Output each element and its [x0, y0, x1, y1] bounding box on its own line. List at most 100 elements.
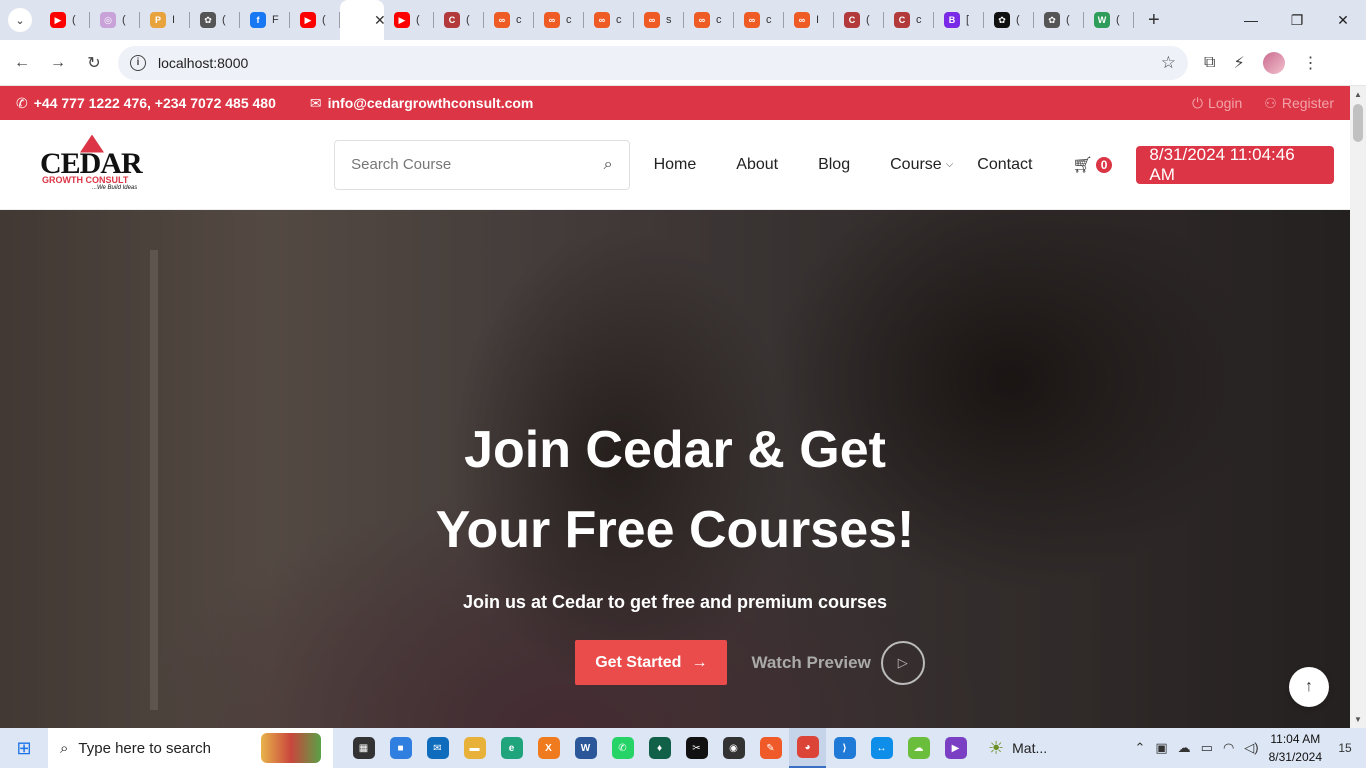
tab-search-icon[interactable]: ⌄ — [8, 8, 32, 32]
watch-preview-button[interactable]: Watch Preview ▷ — [751, 640, 925, 685]
phone-info: ✆ +44 777 1222 476, +234 7072 485 480 — [16, 95, 276, 112]
nav-blog[interactable]: Blog — [818, 156, 850, 174]
browser-tab[interactable]: ▶( — [290, 0, 340, 40]
url-text[interactable]: localhost:8000 — [158, 55, 248, 71]
forward-icon[interactable]: → — [40, 54, 76, 72]
taskbar-app[interactable]: W — [567, 728, 604, 768]
address-bar[interactable]: i localhost:8000 ☆ — [118, 45, 1188, 80]
cedar-icon: C — [844, 12, 860, 28]
page-scrollbar[interactable]: ▲ ▼ — [1350, 86, 1366, 728]
onedrive-icon[interactable]: ☁ — [1178, 740, 1191, 756]
taskbar-app[interactable]: e — [493, 728, 530, 768]
pen-icon: ✎ — [759, 737, 782, 759]
browser-tab[interactable]: W( — [1084, 0, 1134, 40]
taskbar-search-placeholder: Type here to search — [78, 739, 211, 757]
facebook-icon: f — [250, 12, 266, 28]
taskbar-app[interactable]: ✎ — [752, 728, 789, 768]
extensions-icon[interactable]: ⧉ — [1204, 54, 1215, 72]
taskbar-app[interactable]: ✆ — [604, 728, 641, 768]
new-tab-icon[interactable]: + — [1148, 9, 1160, 32]
browser-tab[interactable]: ✿( — [1034, 0, 1084, 40]
nav-course-dropdown[interactable]: Course ⌵ — [890, 156, 953, 174]
taskbar-app[interactable]: ▦ — [345, 728, 382, 768]
cart-button[interactable]: 🛒︎ 0 — [1072, 155, 1113, 175]
taskbar-app[interactable]: ▶ — [937, 728, 974, 768]
taskbar-app[interactable]: ✂ — [678, 728, 715, 768]
course-search-input[interactable]: Search Course ⌕ — [334, 139, 630, 190]
hero-actions: Get Started → Watch Preview ▷ — [150, 640, 1350, 685]
taskbar-app[interactable]: ♦ — [641, 728, 678, 768]
postman-icon: ∞ — [644, 12, 660, 28]
browser-tab[interactable]: ∞ c — [734, 0, 784, 40]
meet-now-icon[interactable]: ▣ — [1155, 740, 1167, 756]
browser-tab[interactable]: ∞ I — [784, 0, 834, 40]
chrome-icon: ◕ — [796, 736, 819, 758]
taskbar-app[interactable]: ■ — [382, 728, 419, 768]
browser-tab[interactable]: C( — [434, 0, 484, 40]
scrollbar-thumb[interactable] — [1353, 104, 1363, 142]
taskbar-app[interactable]: ☁ — [900, 728, 937, 768]
taskbar-app[interactable]: ◉ — [715, 728, 752, 768]
restore-icon[interactable]: ❐ — [1274, 12, 1320, 29]
taskbar-app[interactable]: ▬ — [456, 728, 493, 768]
windows-start-icon[interactable]: ⊞ — [0, 738, 48, 759]
search-icon[interactable]: ⌕ — [604, 156, 613, 174]
notifications-icon[interactable]: 15 — [1332, 736, 1358, 760]
wifi-icon[interactable]: ◠ — [1223, 740, 1234, 756]
scroll-to-top-button[interactable]: ↑ — [1289, 667, 1329, 707]
edge-icon: e — [500, 737, 523, 759]
browser-tab[interactable]: B[ — [934, 0, 984, 40]
login-link[interactable]: ⏻ Login — [1192, 95, 1242, 112]
mail-icon: ✉ — [426, 737, 449, 759]
more-menu-icon[interactable]: ⋮ — [1303, 53, 1319, 73]
taskbar-app[interactable]: ⟩ — [826, 728, 863, 768]
browser-tab[interactable]: PI — [140, 0, 190, 40]
tab-title: I — [172, 14, 176, 26]
nav-home[interactable]: Home — [654, 156, 697, 174]
browser-tab[interactable]: C( — [834, 0, 884, 40]
profile-avatar[interactable] — [1262, 51, 1285, 74]
performance-icon[interactable]: ⚡ — [1233, 53, 1244, 73]
browser-tab[interactable]: Cc — [884, 0, 934, 40]
browser-tab[interactable]: ◎( — [90, 0, 140, 40]
browser-tab[interactable]: fF — [240, 0, 290, 40]
bookmark-star-icon[interactable]: ☆ — [1161, 53, 1176, 73]
taskbar-app[interactable]: X — [530, 728, 567, 768]
pinned-apps: ▦ ■ ✉ ▬ e X W ✆ ♦ ✂ ◉ ✎ ◕ ⟩ ↔ ☁ ▶ — [345, 728, 974, 768]
scroll-up-icon[interactable]: ▲ — [1350, 90, 1366, 99]
battery-icon[interactable]: ▭ — [1201, 740, 1213, 756]
browser-tab[interactable]: ✿( — [190, 0, 240, 40]
back-icon[interactable]: ← — [4, 54, 40, 72]
email-address[interactable]: info@cedargrowthconsult.com — [328, 95, 534, 111]
chevron-up-icon[interactable]: ⌃ — [1134, 740, 1145, 756]
browser-tab[interactable]: ✿( — [984, 0, 1034, 40]
browser-tab[interactable]: ∞ c — [484, 0, 534, 40]
browser-tab[interactable]: ∞ c — [684, 0, 734, 40]
taskbar-search-input[interactable]: ⌕ Type here to search — [48, 728, 333, 768]
volume-icon[interactable]: ◁) — [1244, 740, 1258, 756]
register-link[interactable]: ⚇ Register — [1264, 95, 1334, 112]
browser-tab[interactable]: ∞ c — [534, 0, 584, 40]
site-logo[interactable]: CEDAR GROWTH CONSULT ...We Build Ideas — [40, 134, 148, 195]
taskbar-app[interactable]: ↔ — [863, 728, 900, 768]
browser-tab[interactable]: ∞ c — [584, 0, 634, 40]
file-explorer-icon: ▬ — [463, 737, 486, 759]
nav-about[interactable]: About — [736, 156, 778, 174]
scroll-down-icon[interactable]: ▼ — [1350, 715, 1366, 724]
nav-contact[interactable]: Contact — [977, 156, 1032, 174]
site-info-icon[interactable]: i — [130, 54, 146, 71]
get-started-button[interactable]: Get Started → — [575, 640, 728, 685]
browser-tab[interactable]: ∞ s — [634, 0, 684, 40]
whatsapp-icon: ✆ — [611, 737, 634, 759]
xampp-icon: X — [537, 737, 560, 759]
weather-widget[interactable]: ☀ Mat... — [988, 738, 1047, 759]
browser-tab[interactable]: I✕ — [340, 0, 386, 40]
browser-tab[interactable]: ▶( — [40, 0, 90, 40]
taskbar-clock[interactable]: 11:04 AM 8/31/2024 — [1269, 730, 1322, 766]
taskbar-app[interactable]: ◕ — [789, 728, 826, 768]
reload-icon[interactable]: ↻ — [76, 53, 112, 73]
browser-tab[interactable]: ▶( — [384, 0, 434, 40]
taskbar-app[interactable]: ✉ — [419, 728, 456, 768]
minimize-icon[interactable]: — — [1228, 12, 1274, 29]
close-window-icon[interactable]: ✕ — [1320, 12, 1366, 29]
